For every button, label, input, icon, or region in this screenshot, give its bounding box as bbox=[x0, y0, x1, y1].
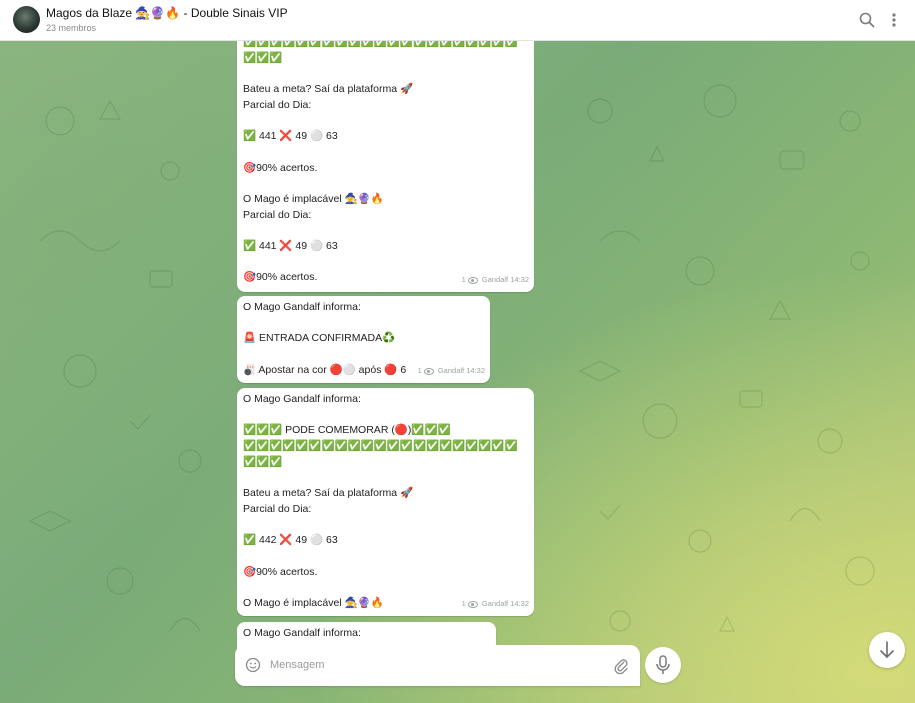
message-meta: 1 Gandalf 14:32 bbox=[462, 272, 529, 288]
message-line: 🎯90% acertos. bbox=[243, 565, 318, 578]
message-line: O Mago Gandalf informa: bbox=[243, 393, 361, 405]
more-vertical-icon[interactable] bbox=[886, 11, 902, 29]
message-author: Gandalf bbox=[481, 599, 509, 609]
message-line: 🚨 ENTRADA CONFIRMADA♻️ bbox=[243, 332, 396, 345]
search-icon[interactable] bbox=[858, 11, 876, 29]
message-line bbox=[243, 470, 528, 486]
message-line: ✅ 441 ❌ 49 ⚪ 63 bbox=[243, 130, 338, 143]
arrow-down-icon bbox=[880, 641, 894, 658]
attach-icon[interactable] bbox=[613, 657, 629, 675]
eye-icon bbox=[423, 367, 434, 375]
message-line bbox=[243, 316, 484, 332]
message-meta: 1 Gandalf 14:32 bbox=[462, 596, 529, 612]
message-line bbox=[243, 549, 528, 565]
message-line bbox=[243, 580, 528, 596]
view-count: 1 bbox=[461, 599, 466, 609]
message-line: O Mago é implacável 🧙🔮🔥 bbox=[243, 192, 384, 205]
message-line: ✅ 441 ❌ 49 ⚪ 63 bbox=[243, 239, 338, 252]
message-line bbox=[243, 113, 528, 129]
message-line: ✅✅✅✅✅✅✅✅✅✅✅✅✅✅✅✅✅✅✅✅✅ bbox=[243, 41, 518, 48]
group-avatar[interactable] bbox=[13, 6, 40, 33]
message-line: ✅✅✅ bbox=[243, 51, 283, 64]
message-line: Parcial do Dia: bbox=[243, 98, 312, 111]
message-line: O Mago Gandalf informa: bbox=[243, 627, 361, 639]
message-line bbox=[243, 255, 528, 271]
message-line bbox=[243, 66, 528, 82]
message-line: ✅✅✅ PODE COMEMORAR (🔴)✅✅✅ bbox=[243, 424, 451, 437]
message-line bbox=[243, 518, 528, 534]
message-line bbox=[243, 223, 528, 239]
message-line: Bateu a meta? Saí da plataforma 🚀 bbox=[243, 83, 414, 96]
message-line: Parcial do Dia: bbox=[243, 208, 312, 221]
chat-title[interactable]: Magos da Blaze 🧙🔮🔥 - Double Sinais VIP bbox=[46, 6, 288, 20]
message-input[interactable]: Mensagem bbox=[270, 659, 324, 671]
message-bubble[interactable]: O Mago Gandalf informa: 🚨 ENTRADA CONFIR… bbox=[237, 296, 490, 383]
emoji-icon[interactable] bbox=[245, 657, 261, 673]
message-line bbox=[243, 408, 528, 424]
message-line bbox=[243, 347, 484, 363]
message-line: ✅✅✅✅✅✅✅✅✅✅✅✅✅✅✅✅✅✅✅✅✅ bbox=[243, 440, 518, 453]
message-time: 14:32 bbox=[510, 599, 529, 609]
eye-icon bbox=[467, 276, 478, 284]
scroll-down-button[interactable] bbox=[869, 632, 905, 668]
message-bubble[interactable]: ✅✅✅✅✅✅✅✅✅✅✅✅✅✅✅✅✅✅✅✅✅ ✅✅✅ Bateu a meta? … bbox=[237, 41, 534, 292]
message-composer[interactable]: Mensagem bbox=[235, 645, 640, 686]
chat-area[interactable]: ✅✅✅✅✅✅✅✅✅✅✅✅✅✅✅✅✅✅✅✅✅ ✅✅✅ Bateu a meta? … bbox=[0, 41, 915, 703]
message-line bbox=[243, 176, 528, 192]
message-line: Parcial do Dia: bbox=[243, 502, 312, 515]
message-line: 🎯90% acertos. bbox=[243, 161, 318, 174]
eye-icon bbox=[467, 600, 478, 608]
message-bubble[interactable]: O Mago Gandalf informa: ✅✅✅ PODE COMEMOR… bbox=[237, 388, 534, 616]
message-line: ✅ 442 ❌ 49 ⚪ 63 bbox=[243, 534, 338, 547]
chat-header: Magos da Blaze 🧙🔮🔥 - Double Sinais VIP 2… bbox=[0, 0, 915, 41]
message-line bbox=[243, 145, 528, 161]
member-count: 23 membros bbox=[46, 23, 97, 33]
voice-message-button[interactable] bbox=[645, 647, 681, 683]
message-line: Bateu a meta? Saí da plataforma 🚀 bbox=[243, 487, 414, 500]
message-line: ✅✅✅ bbox=[243, 455, 283, 468]
message-line: O Mago Gandalf informa: bbox=[243, 301, 361, 313]
message-time: 14:32 bbox=[466, 366, 485, 376]
message-author: Gandalf bbox=[437, 366, 465, 376]
microphone-icon bbox=[656, 655, 670, 674]
view-count: 1 bbox=[417, 366, 422, 376]
message-author: Gandalf bbox=[481, 275, 509, 285]
message-time: 14:32 bbox=[510, 275, 529, 285]
view-count: 1 bbox=[461, 275, 466, 285]
message-meta: 1 Gandalf 14:32 bbox=[418, 363, 485, 379]
